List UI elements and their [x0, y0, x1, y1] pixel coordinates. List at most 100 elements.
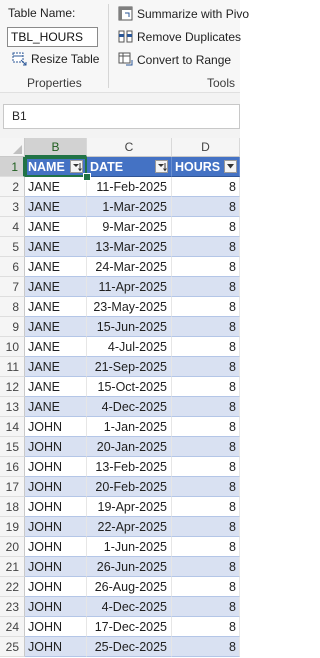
hours-cell[interactable]: 8: [172, 237, 240, 257]
row-header[interactable]: 21: [0, 557, 25, 577]
name-cell[interactable]: JOHN: [25, 577, 87, 597]
hours-cell[interactable]: 8: [172, 317, 240, 337]
row-header[interactable]: 4: [0, 217, 25, 237]
hours-cell[interactable]: 8: [172, 217, 240, 237]
row-header[interactable]: 7: [0, 277, 25, 297]
hours-cell[interactable]: 8: [172, 537, 240, 557]
date-cell[interactable]: 9-Mar-2025: [87, 217, 172, 237]
date-cell[interactable]: 23-May-2025: [87, 297, 172, 317]
date-cell[interactable]: 11-Feb-2025: [87, 177, 172, 197]
row-header[interactable]: 25: [0, 637, 25, 657]
table-name-input[interactable]: [7, 27, 98, 47]
name-cell[interactable]: JOHN: [25, 637, 87, 657]
name-cell[interactable]: JANE: [25, 377, 87, 397]
name-cell[interactable]: JANE: [25, 177, 87, 197]
date-cell[interactable]: 20-Feb-2025: [87, 477, 172, 497]
name-cell[interactable]: JANE: [25, 397, 87, 417]
name-cell[interactable]: JOHN: [25, 497, 87, 517]
name-cell[interactable]: JANE: [25, 317, 87, 337]
date-cell[interactable]: 11-Apr-2025: [87, 277, 172, 297]
column-header-c[interactable]: C: [87, 138, 172, 157]
name-cell[interactable]: JOHN: [25, 437, 87, 457]
hours-cell[interactable]: 8: [172, 357, 240, 377]
date-cell[interactable]: 4-Jul-2025: [87, 337, 172, 357]
name-cell[interactable]: JOHN: [25, 597, 87, 617]
date-cell[interactable]: 13-Feb-2025: [87, 457, 172, 477]
row-header[interactable]: 23: [0, 597, 25, 617]
row-header[interactable]: 1: [0, 157, 25, 177]
name-cell[interactable]: JOHN: [25, 477, 87, 497]
hours-cell[interactable]: 8: [172, 637, 240, 657]
hours-cell[interactable]: 8: [172, 177, 240, 197]
row-header[interactable]: 10: [0, 337, 25, 357]
row-header[interactable]: 19: [0, 517, 25, 537]
row-header[interactable]: 2: [0, 177, 25, 197]
select-all-corner[interactable]: [0, 138, 25, 157]
date-cell[interactable]: 15-Jun-2025: [87, 317, 172, 337]
name-cell[interactable]: JANE: [25, 217, 87, 237]
sort-filter-ascending-icon[interactable]: [70, 160, 83, 173]
row-header[interactable]: 13: [0, 397, 25, 417]
name-cell[interactable]: JANE: [25, 257, 87, 277]
row-header[interactable]: 24: [0, 617, 25, 637]
row-header[interactable]: 11: [0, 357, 25, 377]
date-cell[interactable]: 1-Mar-2025: [87, 197, 172, 217]
row-header[interactable]: 6: [0, 257, 25, 277]
name-box[interactable]: B1: [3, 104, 240, 129]
date-cell[interactable]: 19-Apr-2025: [87, 497, 172, 517]
hours-cell[interactable]: 8: [172, 397, 240, 417]
row-header[interactable]: 20: [0, 537, 25, 557]
hours-cell[interactable]: 8: [172, 337, 240, 357]
header-cell-date[interactable]: DATE: [87, 157, 172, 177]
date-cell[interactable]: 17-Dec-2025: [87, 617, 172, 637]
hours-cell[interactable]: 8: [172, 417, 240, 437]
row-header[interactable]: 16: [0, 457, 25, 477]
name-cell[interactable]: JANE: [25, 197, 87, 217]
date-cell[interactable]: 26-Aug-2025: [87, 577, 172, 597]
row-header[interactable]: 14: [0, 417, 25, 437]
date-cell[interactable]: 24-Mar-2025: [87, 257, 172, 277]
hours-cell[interactable]: 8: [172, 197, 240, 217]
name-cell[interactable]: JOHN: [25, 617, 87, 637]
row-header[interactable]: 3: [0, 197, 25, 217]
row-header[interactable]: 9: [0, 317, 25, 337]
name-cell[interactable]: JOHN: [25, 537, 87, 557]
hours-cell[interactable]: 8: [172, 277, 240, 297]
hours-cell[interactable]: 8: [172, 297, 240, 317]
convert-to-range-button[interactable]: Convert to Range: [118, 52, 231, 67]
name-cell[interactable]: JOHN: [25, 417, 87, 437]
row-header[interactable]: 17: [0, 477, 25, 497]
date-cell[interactable]: 1-Jan-2025: [87, 417, 172, 437]
hours-cell[interactable]: 8: [172, 497, 240, 517]
row-header[interactable]: 12: [0, 377, 25, 397]
hours-cell[interactable]: 8: [172, 437, 240, 457]
row-header[interactable]: 5: [0, 237, 25, 257]
hours-cell[interactable]: 8: [172, 557, 240, 577]
name-cell[interactable]: JOHN: [25, 517, 87, 537]
column-header-d[interactable]: D: [172, 138, 240, 157]
date-cell[interactable]: 1-Jun-2025: [87, 537, 172, 557]
hours-cell[interactable]: 8: [172, 477, 240, 497]
name-cell[interactable]: JANE: [25, 337, 87, 357]
row-header[interactable]: 15: [0, 437, 25, 457]
fill-handle[interactable]: [83, 173, 91, 181]
row-header[interactable]: 22: [0, 577, 25, 597]
name-cell[interactable]: JANE: [25, 237, 87, 257]
hours-cell[interactable]: 8: [172, 257, 240, 277]
name-cell[interactable]: JANE: [25, 297, 87, 317]
date-cell[interactable]: 4-Dec-2025: [87, 597, 172, 617]
row-header[interactable]: 8: [0, 297, 25, 317]
hours-cell[interactable]: 8: [172, 457, 240, 477]
hours-cell[interactable]: 8: [172, 617, 240, 637]
remove-duplicates-button[interactable]: Remove Duplicates: [118, 29, 241, 44]
date-cell[interactable]: 13-Mar-2025: [87, 237, 172, 257]
sort-filter-ascending-icon[interactable]: [155, 160, 168, 173]
resize-table-button[interactable]: Resize Table: [12, 52, 99, 66]
date-cell[interactable]: 4-Dec-2025: [87, 397, 172, 417]
header-cell-name[interactable]: NAME: [25, 157, 87, 177]
filter-dropdown-icon[interactable]: [224, 160, 237, 173]
row-header[interactable]: 18: [0, 497, 25, 517]
name-cell[interactable]: JANE: [25, 357, 87, 377]
date-cell[interactable]: 22-Apr-2025: [87, 517, 172, 537]
date-cell[interactable]: 25-Dec-2025: [87, 637, 172, 657]
